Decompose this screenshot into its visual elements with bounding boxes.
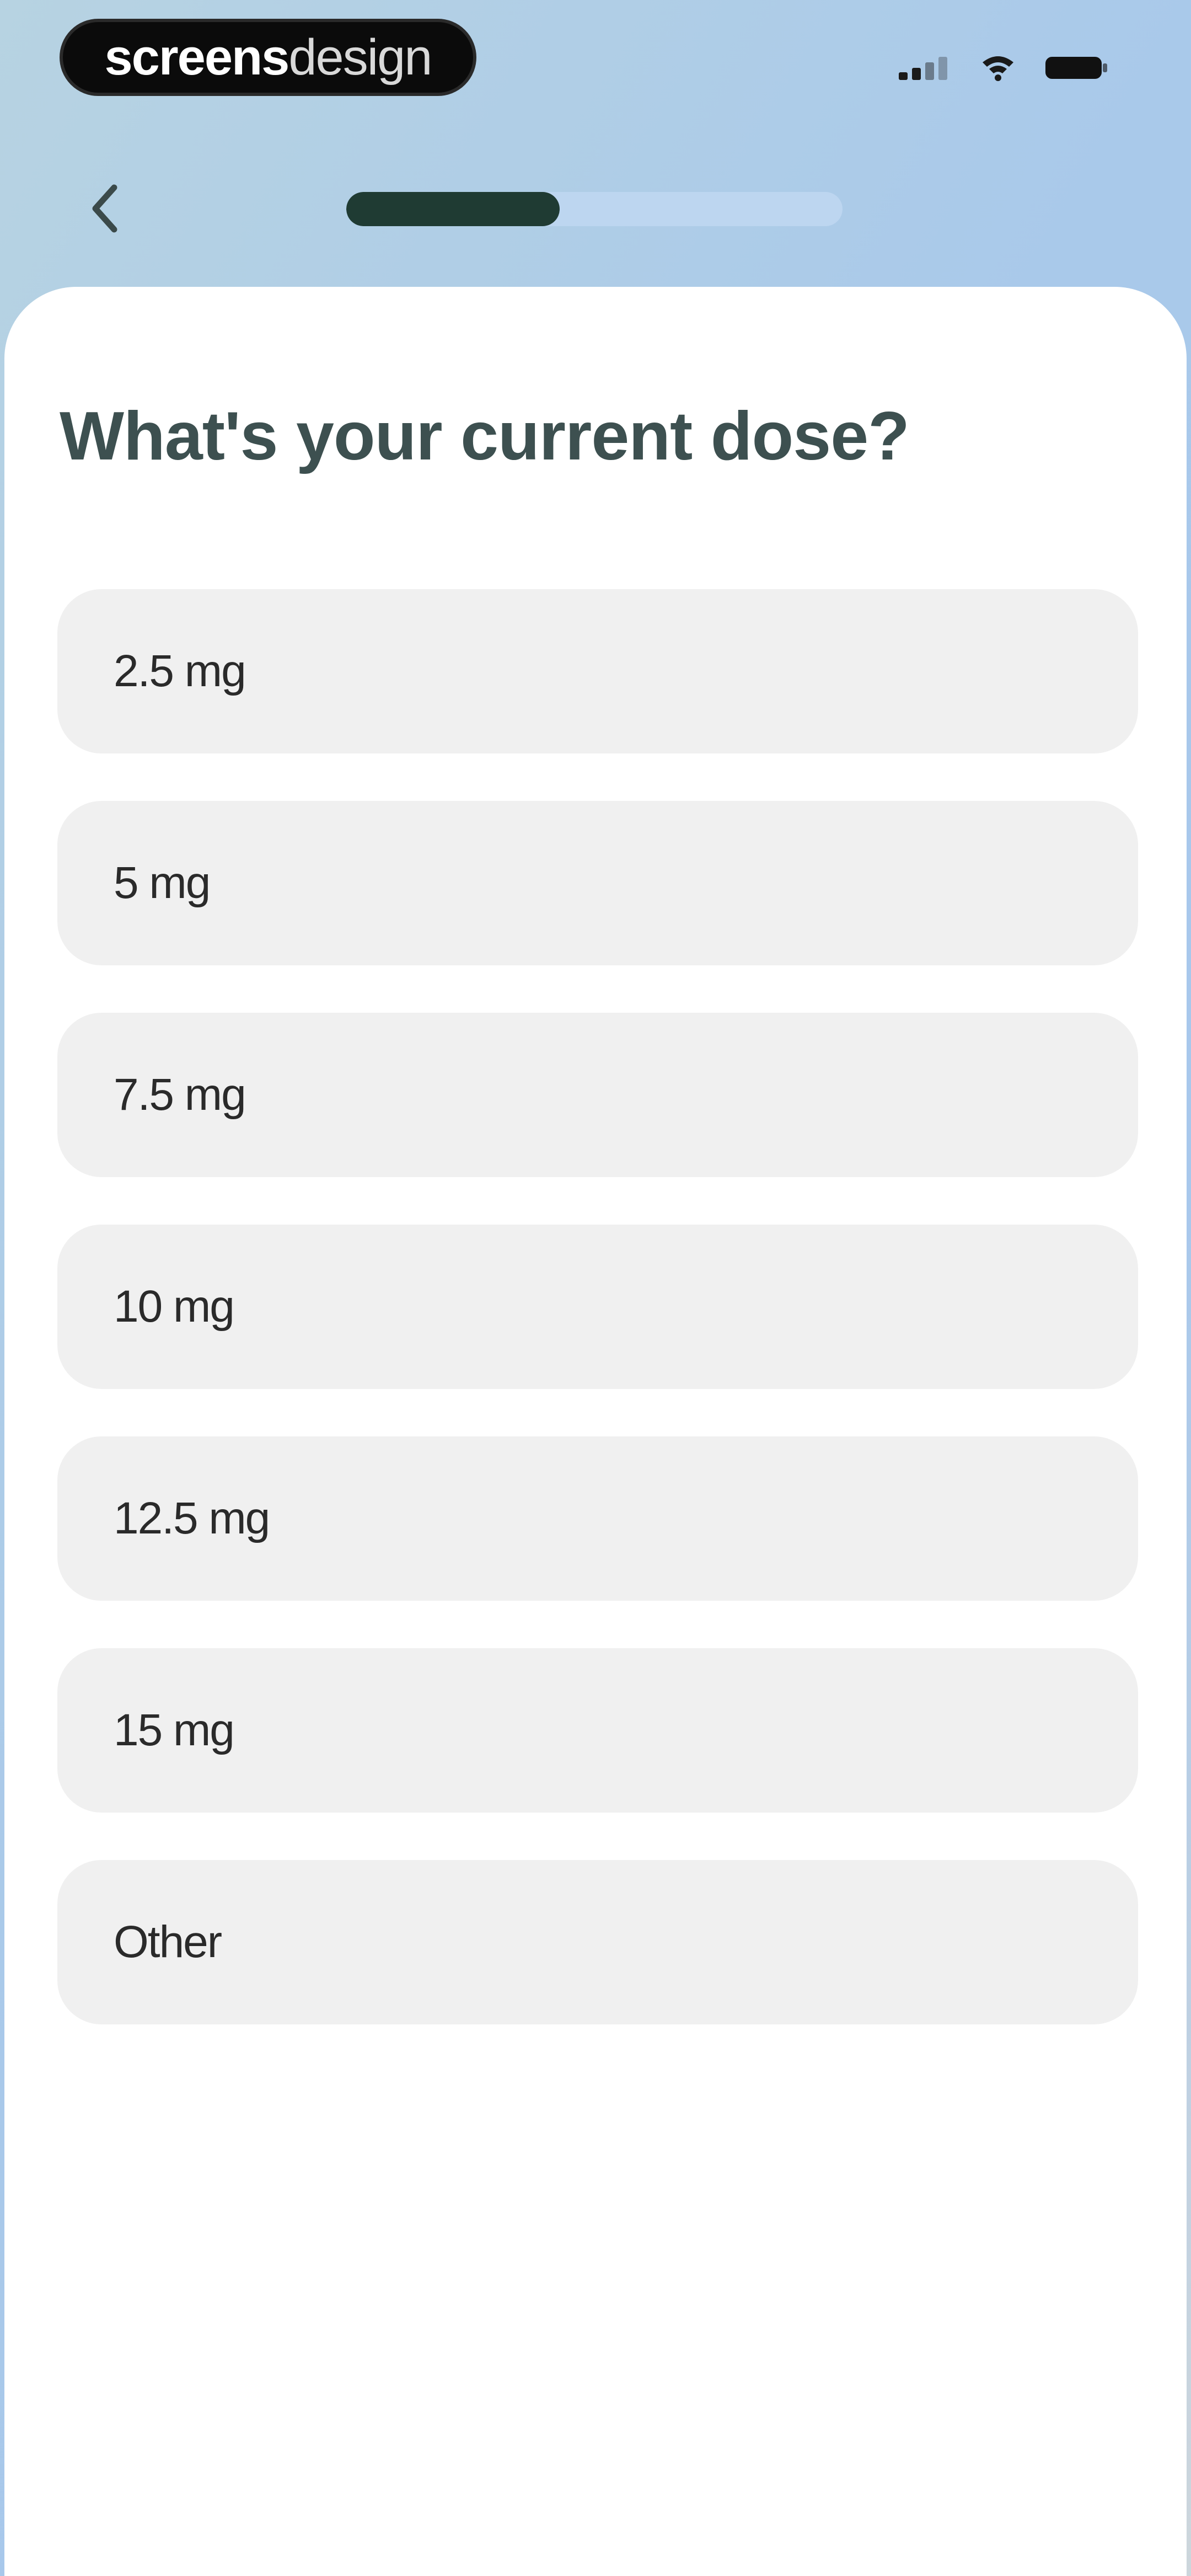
- dose-option-label: Other: [114, 1917, 222, 1967]
- dose-option[interactable]: 5 mg: [57, 801, 1138, 965]
- dose-option[interactable]: 10 mg: [57, 1225, 1138, 1389]
- dose-options-list: 2.5 mg 5 mg 7.5 mg 10 mg 12.5 mg 15 mg O…: [57, 589, 1138, 2072]
- progress-bar-fill: [346, 192, 560, 226]
- dose-option-other[interactable]: Other: [57, 1860, 1138, 2024]
- content-sheet: What's your current dose? 2.5 mg 5 mg 7.…: [4, 287, 1187, 2576]
- dose-option[interactable]: 7.5 mg: [57, 1013, 1138, 1177]
- dose-option-label: 15 mg: [114, 1705, 235, 1755]
- dose-option[interactable]: 2.5 mg: [57, 589, 1138, 753]
- back-button[interactable]: [77, 181, 132, 236]
- brand-logo-bold: screens: [104, 29, 290, 85]
- status-bar: screens design: [0, 0, 1191, 121]
- dose-option[interactable]: 15 mg: [57, 1648, 1138, 1813]
- dose-option-label: 12.5 mg: [114, 1493, 270, 1543]
- progress-bar: [346, 192, 843, 226]
- onboarding-nav: [0, 165, 1191, 254]
- chevron-left-icon: [92, 184, 117, 233]
- brand-logo-light: design: [288, 29, 432, 85]
- dose-option-label: 5 mg: [114, 858, 211, 908]
- dose-option-label: 10 mg: [114, 1281, 235, 1332]
- status-icons: [897, 51, 1108, 84]
- dose-option[interactable]: 12.5 mg: [57, 1436, 1138, 1601]
- page-title: What's your current dose?: [60, 398, 910, 474]
- dose-option-label: 7.5 mg: [114, 1070, 246, 1120]
- signal-icon: [899, 57, 947, 80]
- battery-icon: [1045, 57, 1107, 79]
- dose-option-label: 2.5 mg: [114, 646, 246, 696]
- brand-logo: screens design: [60, 19, 476, 96]
- wifi-icon: [983, 56, 1013, 81]
